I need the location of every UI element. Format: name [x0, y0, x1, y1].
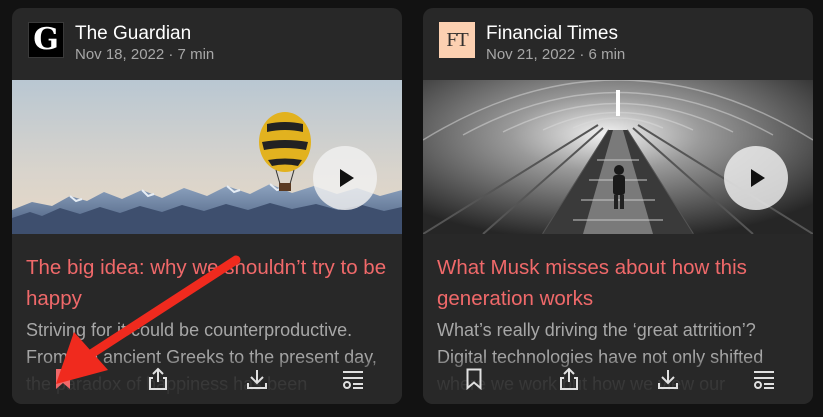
episode-meta: Nov 21, 2022 · 6 min	[486, 46, 626, 63]
episode-card-financial-times[interactable]: FT Financial Times Nov 21, 2022 · 6 min	[423, 8, 813, 404]
action-bar	[423, 356, 813, 404]
download-icon	[658, 370, 678, 389]
download-button[interactable]	[655, 366, 681, 392]
bookmark-icon	[56, 369, 70, 389]
download-button[interactable]	[244, 366, 270, 392]
add-to-queue-icon	[343, 371, 363, 389]
play-icon	[340, 169, 354, 187]
share-button[interactable]	[145, 366, 171, 392]
download-icon	[247, 370, 267, 389]
bookmark-button[interactable]	[50, 366, 76, 392]
bookmark-button[interactable]	[461, 366, 487, 392]
share-button[interactable]	[556, 366, 582, 392]
guardian-logo: G	[28, 22, 64, 58]
action-bar	[12, 356, 402, 404]
play-button[interactable]	[724, 146, 788, 210]
share-icon	[560, 367, 578, 390]
episode-title[interactable]: The big idea: why we shouldn’t try to be…	[26, 252, 396, 314]
play-button[interactable]	[313, 146, 377, 210]
publisher-name[interactable]: The Guardian	[75, 23, 191, 45]
episode-title[interactable]: What Musk misses about how this generati…	[437, 252, 807, 314]
financial-times-logo: FT	[439, 22, 475, 58]
share-icon	[149, 367, 167, 390]
add-to-queue-button[interactable]	[751, 366, 777, 392]
episode-card-guardian[interactable]: G The Guardian Nov 18, 2022 · 7 min The …	[12, 8, 402, 404]
publisher-name[interactable]: Financial Times	[486, 23, 618, 45]
add-to-queue-button[interactable]	[340, 366, 366, 392]
add-to-queue-icon	[754, 371, 774, 389]
play-icon	[751, 169, 765, 187]
bookmark-icon	[466, 368, 482, 390]
episode-meta: Nov 18, 2022 · 7 min	[75, 46, 215, 63]
